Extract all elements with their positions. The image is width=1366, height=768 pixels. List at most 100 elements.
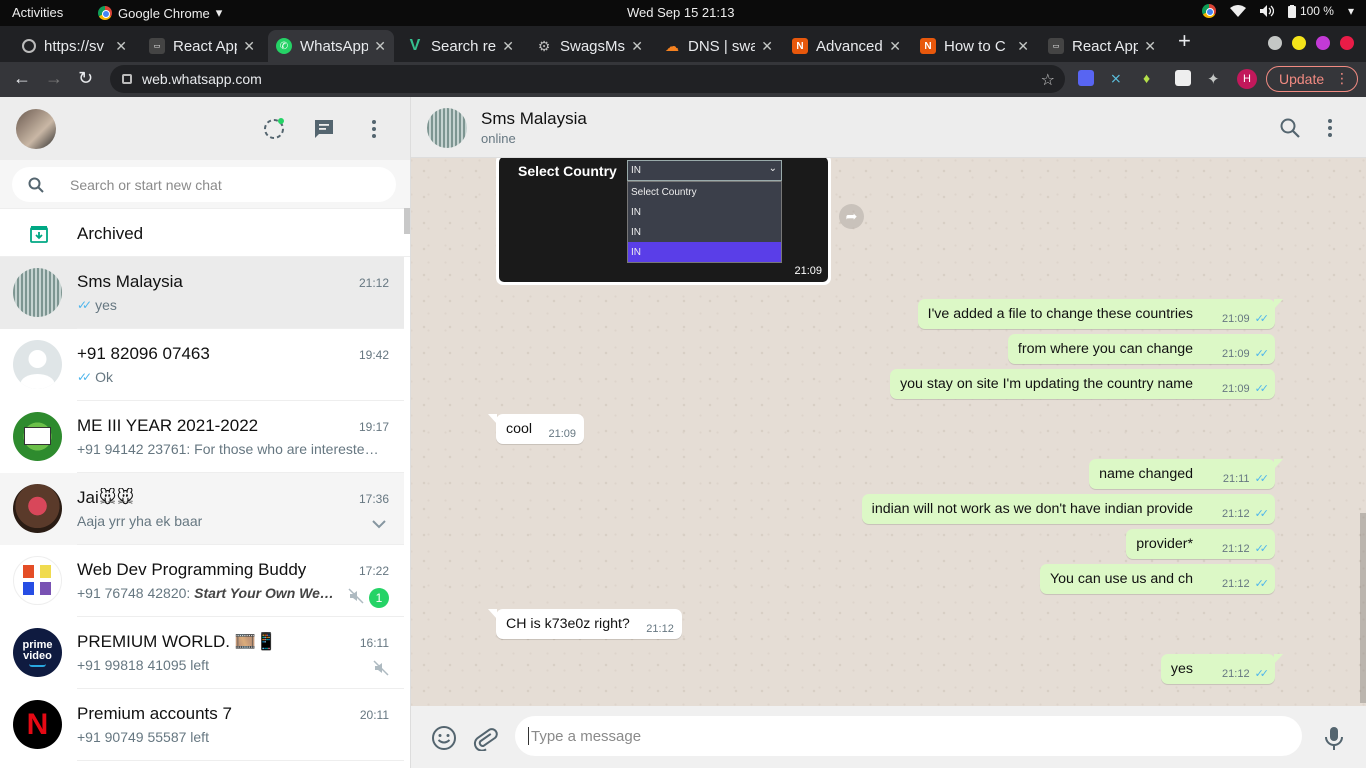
tab-react-app[interactable]: ▭ React App ✕ <box>141 30 263 62</box>
archived-row[interactable]: Archived <box>0 209 410 257</box>
message-input-box[interactable] <box>515 716 1302 756</box>
emoji-icon[interactable] <box>431 725 457 751</box>
microphone-icon[interactable] <box>1321 725 1347 751</box>
system-menu-caret-icon[interactable]: ▾ <box>1348 4 1354 18</box>
update-button[interactable]: Update ⋮ <box>1266 66 1358 92</box>
extension-3-icon[interactable]: ♦ <box>1143 70 1159 86</box>
menu-dots-icon[interactable]: ⋮ <box>1335 70 1349 87</box>
tab-strip: https://sv ✕ ▭ React App ✕ ✆ WhatsApp ✕ … <box>0 26 1366 62</box>
system-tray[interactable]: 100 % ▾ <box>1201 4 1354 18</box>
forward-arrow-icon[interactable]: → <box>45 68 63 89</box>
forward-icon[interactable]: ➦ <box>839 204 864 229</box>
archive-icon <box>30 226 48 243</box>
chat-avatar <box>13 268 62 317</box>
chat-item-web-dev-buddy[interactable]: Web Dev Programming Buddy 17:22 +91 7674… <box>0 545 404 617</box>
conversation-header[interactable]: Sms Malaysia online <box>411 97 1366 158</box>
close-tab-icon[interactable]: ✕ <box>374 38 386 55</box>
my-avatar[interactable] <box>16 109 56 149</box>
chat-item-premium-accounts[interactable]: N Premium accounts 7 20:11 +91 90749 555… <box>0 689 404 761</box>
messages-scrollbar[interactable] <box>1360 513 1366 703</box>
menu-icon[interactable] <box>1319 117 1341 139</box>
message-out[interactable]: indian will not work as we don't have in… <box>861 494 1275 524</box>
search-box[interactable] <box>12 167 396 202</box>
message-text: cool <box>506 421 533 437</box>
profile-avatar[interactable]: H <box>1237 69 1257 89</box>
close-tab-icon[interactable]: ✕ <box>1017 38 1029 55</box>
tab-search-icon[interactable] <box>1268 36 1282 50</box>
tab-react-app-2[interactable]: ▭ React App ✕ <box>1040 30 1164 62</box>
os-top-bar: Activities Google Chrome ▾ Wed Sep 15 21… <box>0 0 1366 26</box>
message-in[interactable]: CH is k73e0z right? 21:12 <box>488 609 682 639</box>
status-icon[interactable] <box>262 117 286 141</box>
search-input[interactable] <box>70 176 370 193</box>
red-dot-icon[interactable] <box>1340 36 1354 50</box>
chat-item-jai[interactable]: Jai🐭🐭 17:36 Aaja yrr yha ek baar <box>0 473 404 545</box>
message-input[interactable] <box>531 727 1271 745</box>
attach-paperclip-icon[interactable] <box>472 725 498 751</box>
chat-item-premium-world[interactable]: prime video PREMIUM WORLD. 🎞️📱 16:11 +91 … <box>0 617 404 689</box>
tab-whatsapp[interactable]: ✆ WhatsApp ✕ <box>268 30 394 62</box>
yellow-dot-icon[interactable] <box>1292 36 1306 50</box>
message-text: provider* <box>1136 536 1193 552</box>
tab-extras <box>1268 36 1354 50</box>
close-tab-icon[interactable]: ✕ <box>1144 38 1156 55</box>
message-text: I've added a file to change these countr… <box>927 306 1193 322</box>
tab-swagsms[interactable]: ⚙ SwagsMs ✕ <box>528 30 651 62</box>
tab-title: How to C <box>944 37 1006 55</box>
puzzle-extensions-icon[interactable]: ✦ <box>1207 70 1223 88</box>
close-tab-icon[interactable]: ✕ <box>115 38 127 55</box>
message-out[interactable]: provider* 21:12 ✓✓ <box>1126 529 1275 559</box>
wifi-icon <box>1229 5 1246 17</box>
close-tab-icon[interactable]: ✕ <box>502 38 514 55</box>
search-icon[interactable] <box>1279 117 1301 139</box>
close-tab-icon[interactable]: ✕ <box>889 38 901 55</box>
chevron-down-icon[interactable] <box>371 516 387 532</box>
message-area[interactable]: Select Country IN ⌄ Select Country IN IN… <box>411 158 1366 706</box>
extension-4-icon[interactable] <box>1175 70 1191 86</box>
lock-icon[interactable] <box>122 74 132 84</box>
screenshot-image[interactable]: Select Country IN ⌄ Select Country IN IN… <box>499 158 828 282</box>
extension-1-icon[interactable] <box>1078 70 1094 86</box>
new-chat-icon[interactable] <box>312 117 336 141</box>
close-tab-icon[interactable]: ✕ <box>631 38 643 55</box>
chat-item-sms-malaysia[interactable]: Sms Malaysia 21:12 ✓✓ yes <box>0 257 404 329</box>
bookmark-star-icon[interactable]: ☆ <box>1041 70 1055 90</box>
close-tab-icon[interactable]: ✕ <box>761 38 773 55</box>
image-dropdown-option: Select Country <box>631 187 697 198</box>
close-tab-icon[interactable]: ✕ <box>243 38 255 55</box>
back-arrow-icon[interactable]: ← <box>13 68 31 89</box>
app-menu[interactable]: Google Chrome ▾ <box>98 5 222 21</box>
message-out[interactable]: from where you can change 21:09 ✓✓ <box>1007 334 1275 364</box>
message-time: 21:11 <box>1222 472 1250 485</box>
clock[interactable]: Wed Sep 15 21:13 <box>627 5 734 20</box>
whatsapp-icon: ✆ <box>276 38 292 54</box>
menu-icon[interactable] <box>362 117 386 141</box>
chat-item-me-iii-year[interactable]: ME III YEAR 2021-2022 19:17 +91 94142 23… <box>0 401 404 473</box>
tab-search[interactable]: V Search re ✕ <box>399 30 522 62</box>
chrome-tray-icon[interactable] <box>1201 4 1216 18</box>
chat-preview: Aaja yrr yha ek baar <box>77 513 203 529</box>
purple-dot-icon[interactable] <box>1316 36 1330 50</box>
tab-dns[interactable]: ☁ DNS | swa ✕ <box>656 30 781 62</box>
message-out[interactable]: You can use us and ch 21:12 ✓✓ <box>1039 564 1275 594</box>
message-out[interactable]: I've added a file to change these countr… <box>917 299 1284 329</box>
activities-button[interactable]: Activities <box>12 5 63 20</box>
extension-2-icon[interactable]: ⨯ <box>1110 70 1126 86</box>
message-out[interactable]: name changed 21:11 ✓✓ <box>1089 459 1283 489</box>
tab-advanced[interactable]: N Advanced ✕ <box>784 30 909 62</box>
message-out[interactable]: yes 21:12 ✓✓ <box>1160 654 1284 684</box>
message-time: 21:12 <box>1222 542 1250 555</box>
image-message[interactable]: Select Country IN ⌄ Select Country IN IN… <box>496 158 831 285</box>
chat-item-phone-contact[interactable]: +91 82096 07463 19:42 ✓✓ Ok <box>0 329 404 401</box>
message-out[interactable]: you stay on site I'm updating the countr… <box>890 369 1275 399</box>
address-bar[interactable]: web.whatsapp.com ☆ <box>110 65 1065 93</box>
message-meta: 21:12 ✓✓ <box>1222 507 1269 521</box>
tab-https[interactable]: https://sv ✕ <box>14 30 135 62</box>
url-text: web.whatsapp.com <box>142 71 262 87</box>
sidebar-scrollbar[interactable] <box>404 208 410 234</box>
contact-avatar[interactable] <box>427 108 467 148</box>
tab-how-to[interactable]: N How to C ✕ <box>912 30 1037 62</box>
message-in[interactable]: cool 21:09 <box>487 414 585 444</box>
new-tab-button[interactable]: + <box>1178 28 1191 54</box>
reload-icon[interactable]: ↻ <box>78 68 93 89</box>
